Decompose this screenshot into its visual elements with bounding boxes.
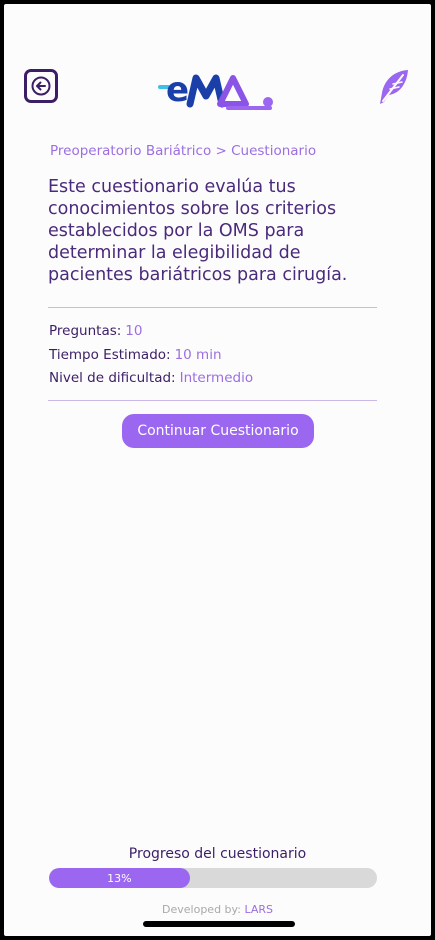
meta-time-value: 10 min [174,347,222,363]
meta-difficulty: Nivel de dificultad: Intermedio [49,370,253,386]
app-screen: e Preoperatorio Bariátrico > Cuestionari… [4,4,431,936]
home-indicator [143,921,295,927]
divider-top [48,307,377,308]
meta-difficulty-value: Intermedio [179,370,254,386]
progress-label: 13% [107,871,132,885]
meta-questions: Preguntas: 10 [49,323,142,339]
divider-bottom [48,400,377,401]
breadcrumb[interactable]: Preoperatorio Bariátrico > Cuestionario [50,143,316,159]
footer-brand-link[interactable]: LARS [244,903,273,916]
progress-bar: 13% [49,868,377,888]
quiz-description: Este cuestionario evalúa tus conocimient… [48,177,348,285]
meta-questions-label: Preguntas: [49,323,122,339]
meta-time-label: Tiempo Estimado: [49,347,171,363]
footer: Developed by: LARS [4,903,431,916]
progress-title: Progreso del cuestionario [128,846,307,862]
back-button[interactable] [24,69,58,103]
meta-questions-value: 10 [125,323,143,339]
ema-logo: e [158,70,273,110]
meta-difficulty-label: Nivel de dificultad: [49,370,176,386]
footer-prefix: Developed by: [162,903,241,916]
svg-text:e: e [166,70,189,110]
continue-quiz-button[interactable]: Continuar Cuestionario [122,414,314,448]
arrow-left-icon [31,76,51,96]
feather-icon[interactable] [375,67,411,107]
meta-time: Tiempo Estimado: 10 min [49,347,222,363]
